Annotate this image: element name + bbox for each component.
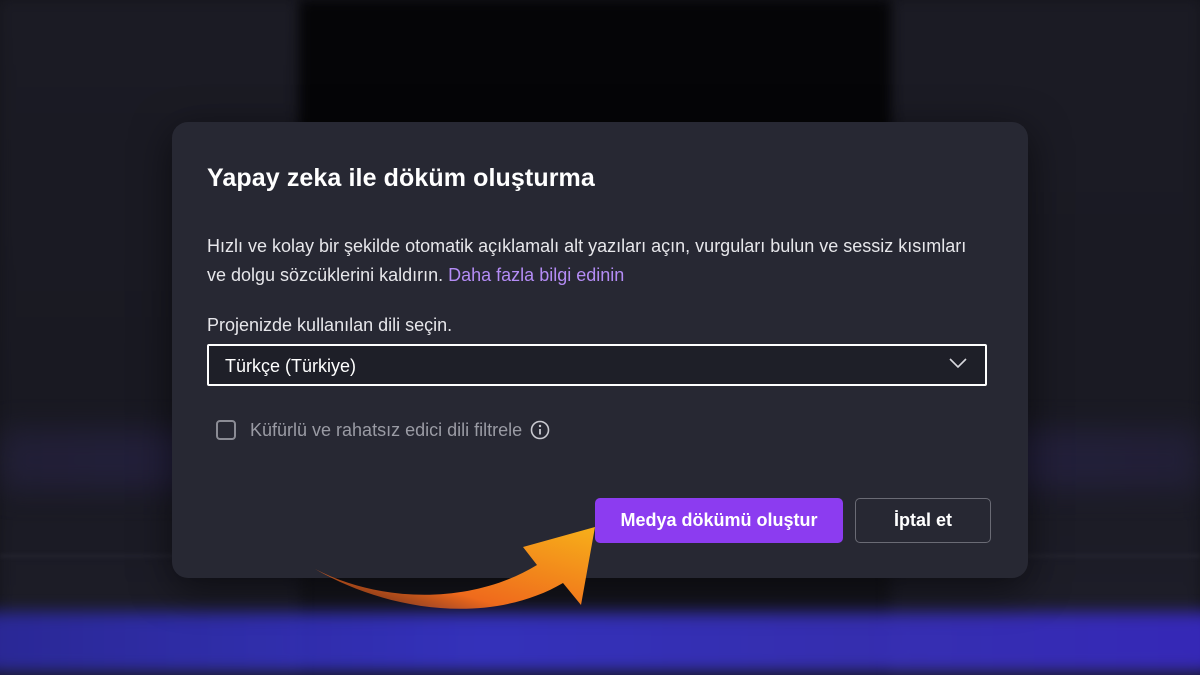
learn-more-link[interactable]: Daha fazla bilgi edinin [448, 265, 624, 285]
info-icon[interactable] [530, 420, 550, 440]
profanity-filter-label[interactable]: Küfürlü ve rahatsız edici dili filtrele [250, 420, 522, 441]
arrow-annotation-icon [315, 527, 595, 609]
chevron-down-icon [949, 358, 967, 369]
background-video-preview [300, 0, 890, 140]
language-label: Projenizde kullanılan dili seçin. [207, 315, 453, 335]
profanity-filter-checkbox[interactable] [216, 420, 236, 440]
create-transcript-button[interactable]: Medya dökümü oluştur [595, 498, 843, 543]
background-timeline-track [0, 612, 1200, 672]
profanity-filter-row: Küfürlü ve rahatsız edici dili filtrele [216, 418, 550, 442]
language-select[interactable]: Türkçe (Türkiye) [207, 344, 987, 386]
cancel-button[interactable]: İptal et [855, 498, 991, 543]
dialog-title: Yapay zeka ile döküm oluşturma [207, 164, 595, 192]
dialog-description: Hızlı ve kolay bir şekilde otomatik açık… [207, 232, 987, 290]
language-select-value: Türkçe (Türkiye) [225, 356, 357, 376]
